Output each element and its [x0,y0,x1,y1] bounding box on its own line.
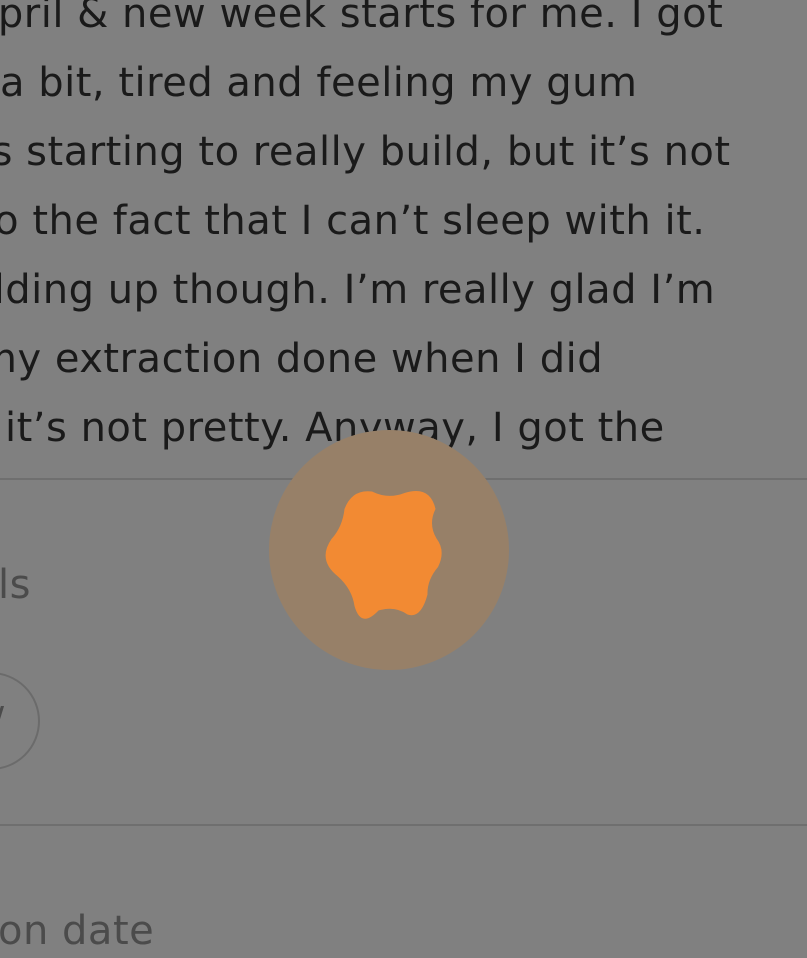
section-divider [0,824,807,826]
details-section-label: ls [0,562,31,608]
date-section-label: on date [0,908,155,954]
entry-text-line: my extraction done when I did [0,336,604,382]
orange-starburst-badge-icon[interactable] [309,471,469,631]
journal-entry-screen: April & new week starts for me. I got a … [0,0,807,958]
entry-text-line: a bit, tired and feeling my gum [0,60,638,106]
badge-shape [325,491,442,619]
entry-text-line: ilding up though. I’m really glad I’m [0,267,716,313]
entry-text-line: April & new week starts for me. I got [0,0,724,37]
tag-chip[interactable]: / [0,672,40,770]
entry-text-line: to the fact that I can’t sleep with it. [0,198,706,244]
journal-entry-text: April & new week starts for me. I got a … [0,0,807,463]
entry-text-line: is starting to really build, but it’s no… [0,129,731,175]
